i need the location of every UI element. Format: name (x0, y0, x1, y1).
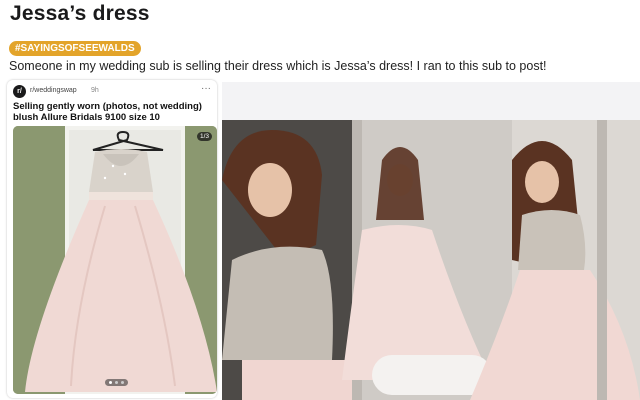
subreddit-avatar-icon[interactable]: r/ (13, 85, 26, 98)
carousel-dot[interactable] (121, 381, 124, 384)
bridal-shop-photo (222, 120, 640, 400)
post-title: Jessa’s dress (10, 2, 150, 25)
dress-photo-hanger[interactable]: 1/3 (13, 126, 217, 394)
post-time: 9h (91, 87, 99, 94)
image-counter: 1/3 (196, 132, 212, 141)
post-flair[interactable]: #SAYINGSOFSEEWALDS (9, 41, 141, 56)
carousel-dots[interactable] (105, 379, 128, 386)
post-body: Someone in my wedding sub is selling the… (9, 59, 547, 73)
bride-in-dress-image (222, 120, 640, 400)
crosspost-card[interactable]: r/ r/weddingswap 9h ··· Selling gently w… (7, 80, 217, 398)
carousel-dot[interactable] (109, 381, 112, 384)
dress-on-door-image (13, 126, 217, 394)
crosspost-header: r/ r/weddingswap 9h ··· (13, 83, 211, 99)
post-image[interactable] (222, 82, 640, 400)
subreddit-name[interactable]: r/weddingswap (30, 87, 77, 94)
ellipsis-icon[interactable]: ··· (201, 83, 211, 94)
crosspost-title[interactable]: Selling gently worn (photos, not wedding… (13, 101, 211, 123)
carousel-dot[interactable] (115, 381, 118, 384)
